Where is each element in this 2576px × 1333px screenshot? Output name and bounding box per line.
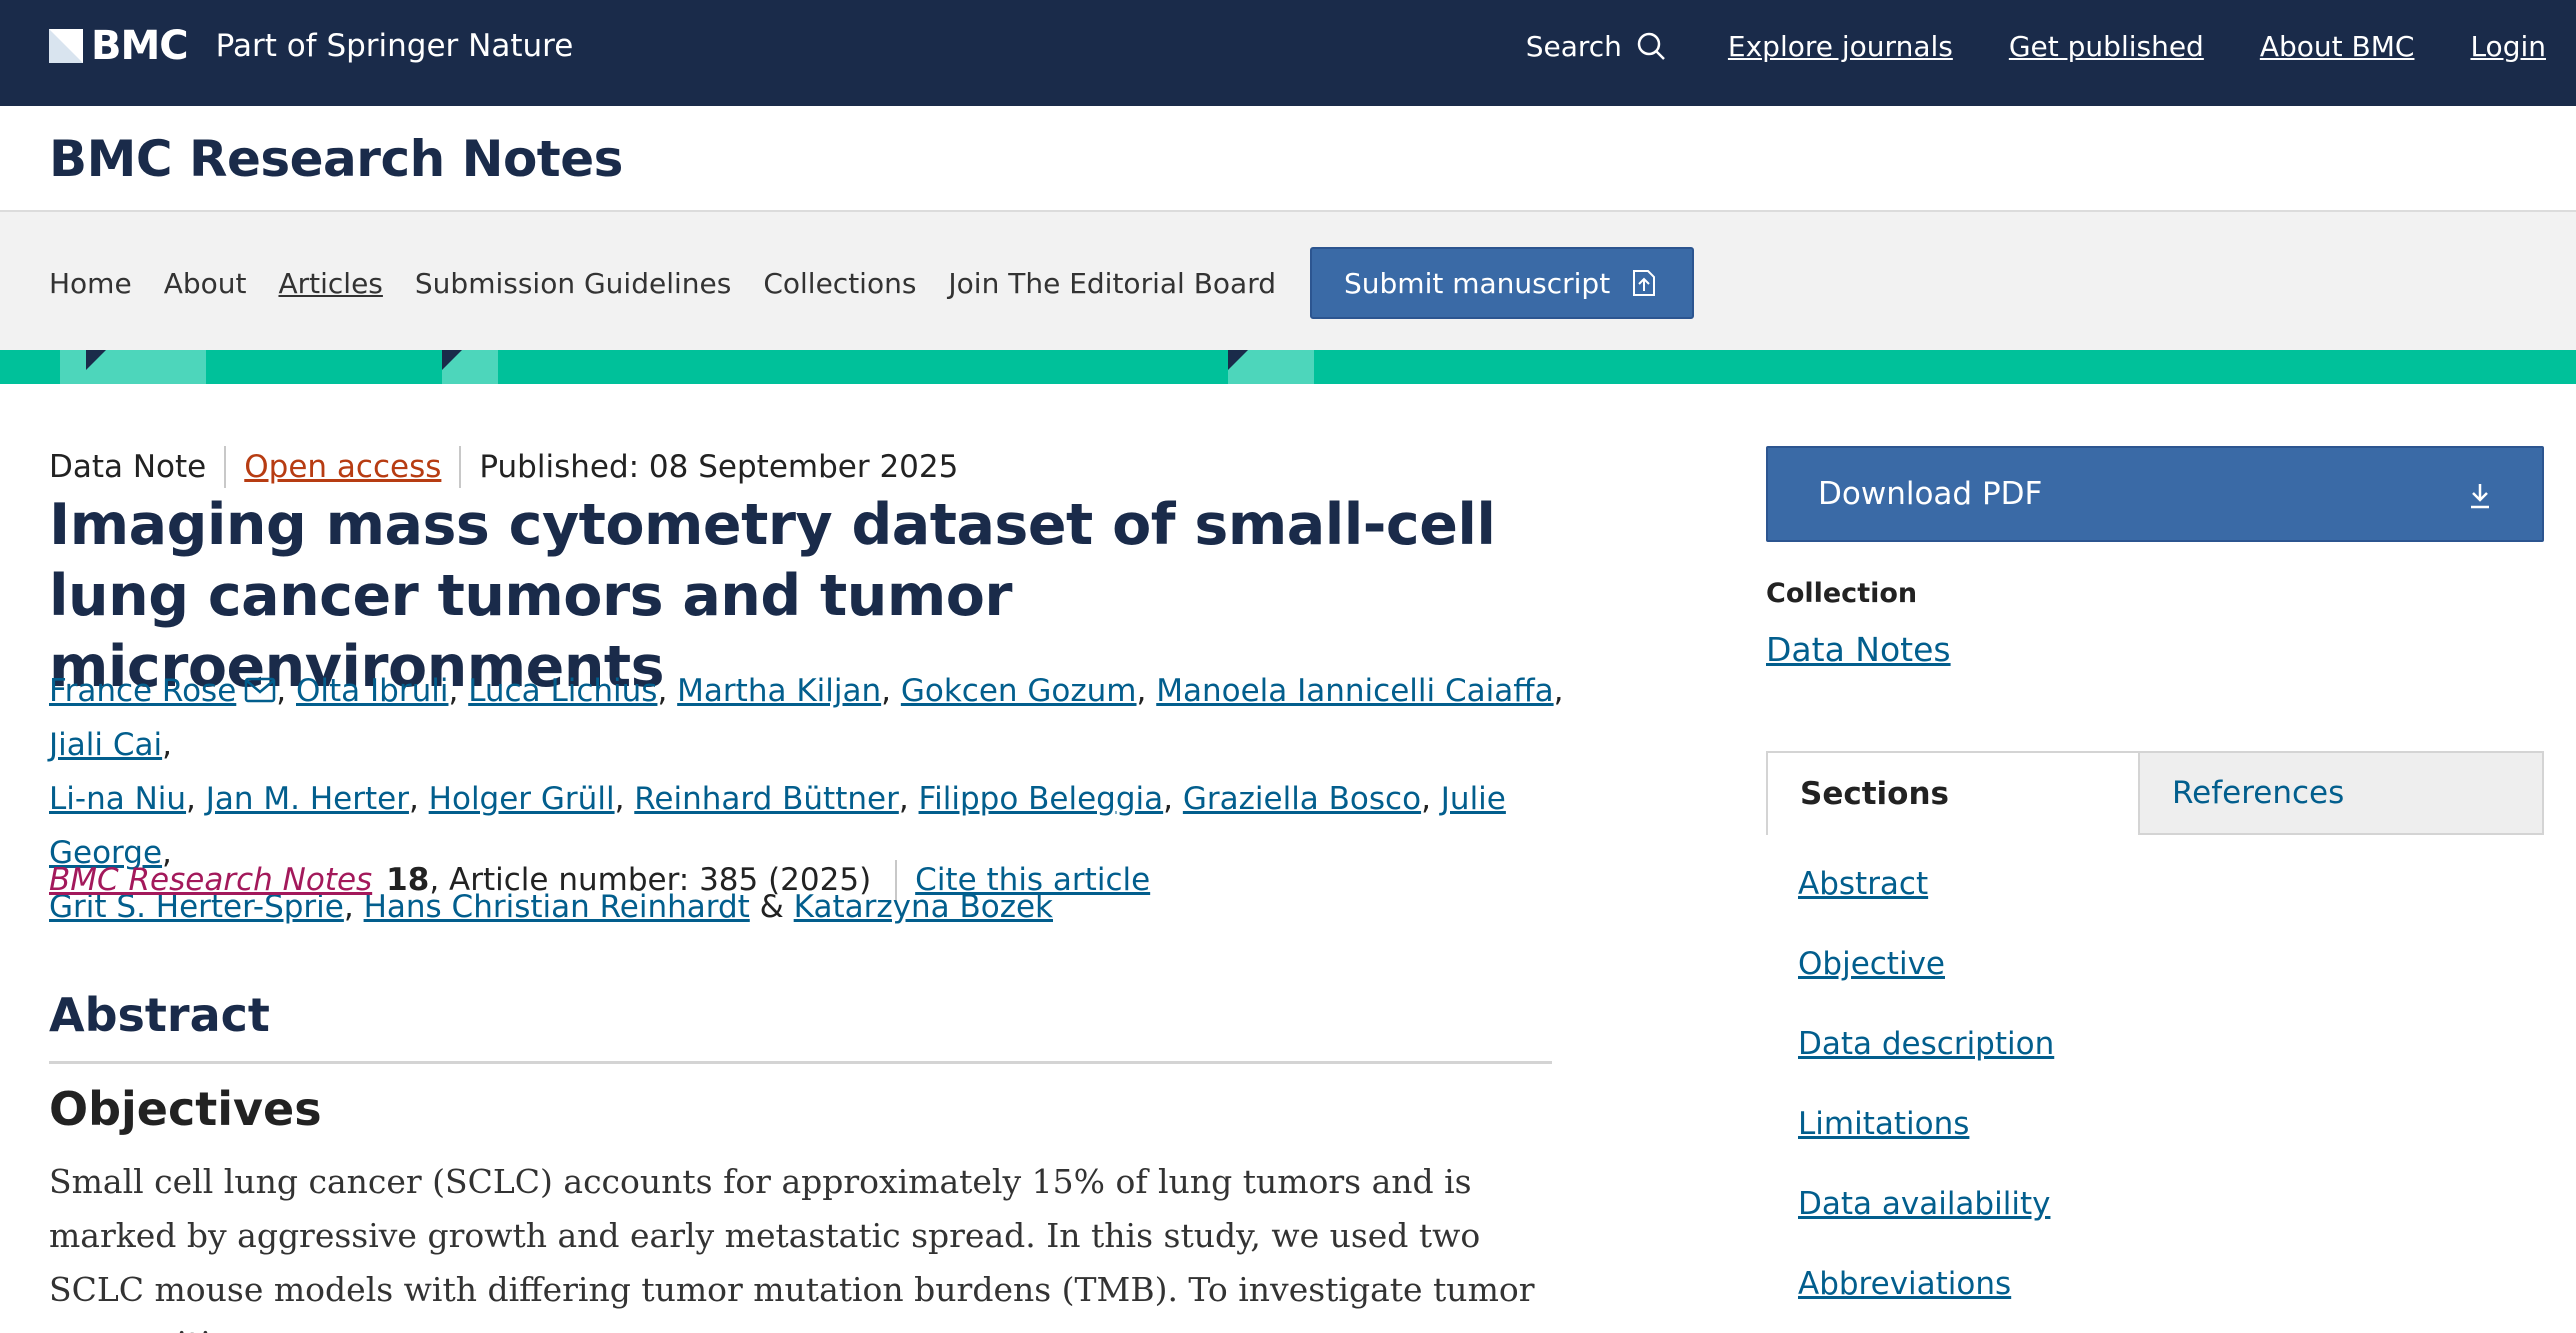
toc-objective[interactable]: Objective [1798,946,1945,982]
toc-data-description[interactable]: Data description [1798,1026,2054,1062]
submit-manuscript-label: Submit manuscript [1344,266,1611,300]
search-label: Search [1525,29,1622,63]
author-link[interactable]: Olta Ibruli [296,673,448,709]
author-link[interactable]: Graziella Bosco [1183,781,1421,817]
author-link[interactable]: Filippo Beleggia [919,781,1164,817]
nav-login[interactable]: Login [2470,30,2546,63]
nav-explore-journals[interactable]: Explore journals [1728,30,1953,63]
author-link[interactable]: Manoela Iannicelli Caiaffa [1156,673,1553,709]
author-link[interactable]: Luca Lichius [468,673,657,709]
sidebar-tabs: Sections References [1766,751,2544,835]
nav-about-bmc[interactable]: About BMC [2260,30,2415,63]
article-type: Data Note [49,449,207,485]
divider [49,1061,1552,1064]
author-link[interactable]: Li-na Niu [49,781,186,817]
download-pdf-button[interactable]: Download PDF [1766,446,2544,542]
objectives-heading: Objectives [49,1082,322,1136]
search-icon [1637,32,1665,60]
toc-limitations[interactable]: Limitations [1798,1106,1969,1142]
collection-label: Collection [1766,578,1918,609]
published-date: Published: 08 September 2025 [479,449,959,485]
subnav-collections[interactable]: Collections [763,267,916,300]
nav-get-published[interactable]: Get published [2009,30,2204,63]
bmc-logo[interactable]: BMC Part of Springer Nature [49,23,574,69]
brand-part: Part of Springer Nature [215,28,574,64]
author-link[interactable]: Martha Kiljan [677,673,881,709]
journal-link[interactable]: BMC Research Notes [49,862,372,898]
volume: 18 [386,862,430,898]
toc-abstract[interactable]: Abstract [1798,866,1928,902]
author-link[interactable]: France Rose [49,673,236,709]
citation-line: BMC Research Notes 18 , Article number: … [49,860,1150,900]
open-access-link[interactable]: Open access [244,449,441,485]
author-link[interactable]: Jiali Cai [49,727,162,763]
search-button[interactable]: Search [1526,30,1666,63]
subnav-join-editorial-board[interactable]: Join The Editorial Board [948,267,1276,300]
top-nav: Search Explore journals Get published Ab… [1526,0,2576,92]
journal-title[interactable]: BMC Research Notes [49,130,623,188]
tab-references[interactable]: References [2138,751,2544,835]
author-link[interactable]: Jan M. Herter [206,781,409,817]
collection-link[interactable]: Data Notes [1766,630,1951,669]
abstract-heading: Abstract [49,988,270,1042]
toc-abbreviations[interactable]: Abbreviations [1798,1266,2011,1302]
subnav-home[interactable]: Home [49,267,132,300]
brand-name: BMC [91,23,189,69]
submit-manuscript-button[interactable]: Submit manuscript [1310,247,1695,319]
subnav-about[interactable]: About [164,267,247,300]
download-pdf-label: Download PDF [1818,476,2043,512]
submit-icon [1633,270,1656,296]
journal-nav: Home About Articles Submission Guideline… [0,212,2576,350]
site-header: BMC Part of Springer Nature Search Explo… [0,0,2576,106]
toc-data-availability[interactable]: Data availability [1798,1186,2050,1222]
tab-sections[interactable]: Sections [1766,751,2138,835]
cite-this-article-link[interactable]: Cite this article [915,862,1150,898]
abstract-text: Small cell lung cancer (SCLC) accounts f… [49,1162,1535,1333]
journal-bar: BMC Research Notes [0,106,2576,212]
subnav-submission-guidelines[interactable]: Submission Guidelines [415,267,731,300]
bmc-logo-icon [49,29,83,63]
author-link[interactable]: Reinhard Büttner [634,781,899,817]
sections-list: Abstract Objective Data description Limi… [1798,866,2054,1333]
article-number: , Article number: 385 (2025) [429,862,872,898]
author-link[interactable]: Holger Grüll [429,781,615,817]
decorative-band [0,350,2576,384]
author-link[interactable]: Gokcen Gozum [901,673,1137,709]
mail-icon[interactable] [244,677,276,703]
download-icon [2471,484,2489,509]
subnav-articles[interactable]: Articles [278,267,382,300]
article-meta: Data Note Open access Published: 08 Sept… [49,446,958,488]
